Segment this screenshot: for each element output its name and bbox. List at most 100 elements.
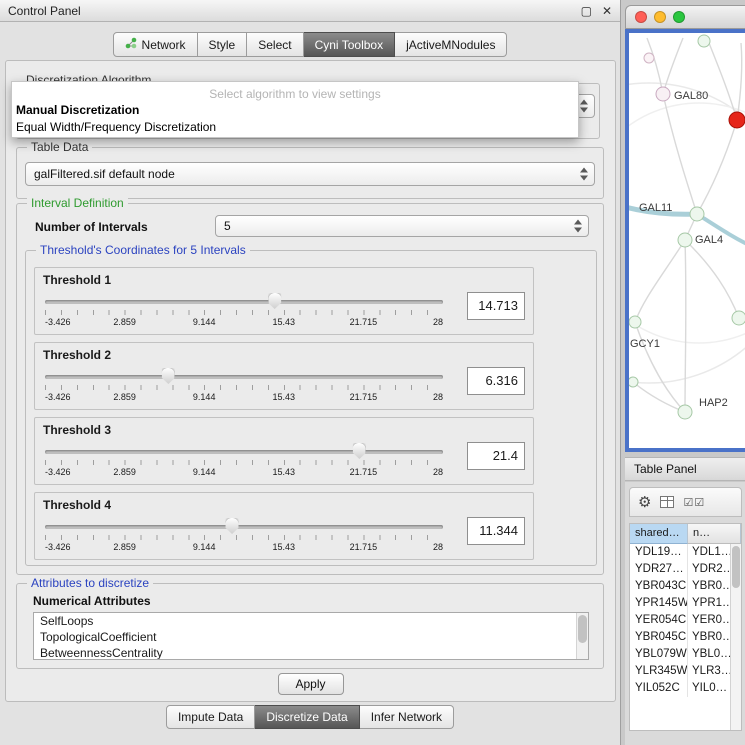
table-data-combobox[interactable]: galFiltered.sif default node	[25, 162, 595, 186]
popup-option-manual-discretization[interactable]: Manual Discretization	[12, 102, 578, 119]
table-row[interactable]: YPR145WYPR1…	[630, 595, 730, 612]
tab-discretize-data[interactable]: Discretize Data	[255, 705, 359, 729]
list-item[interactable]: SelfLoops	[34, 613, 588, 629]
cell[interactable]: YBR043C	[630, 578, 688, 595]
network-node-selected-red[interactable]	[729, 112, 745, 128]
slider-thumb[interactable]	[226, 518, 239, 534]
cell[interactable]: YBR0…	[688, 578, 730, 595]
network-node-gal4[interactable]	[678, 233, 692, 247]
popup-option-equal-width-frequency[interactable]: Equal Width/Frequency Discretization	[12, 119, 578, 136]
tick-label: 9.144	[193, 392, 216, 402]
network-node[interactable]	[644, 53, 654, 63]
table-row[interactable]: YBL079WYBL0…	[630, 646, 730, 663]
table-row[interactable]: YIL052CYIL0…	[630, 680, 730, 697]
threshold-2-value-field[interactable]: 6.316	[467, 367, 525, 395]
tab-jactivemnodules[interactable]: jActiveMNodules	[395, 32, 507, 57]
slider-thumb[interactable]	[353, 443, 366, 459]
cell[interactable]: YDL19…	[630, 544, 688, 561]
network-view-window: GAL80 GAL11 GAL4 GCY1 HAP2	[625, 5, 745, 452]
cell[interactable]: YDR27…	[630, 561, 688, 578]
column-header-shared-name[interactable]: shared…	[630, 524, 688, 544]
table-row[interactable]: YER054CYER0…	[630, 612, 730, 629]
gear-icon[interactable]: ⚙	[638, 495, 651, 510]
table-header-row: shared… n…	[630, 524, 741, 544]
cell[interactable]: YLR345W	[630, 663, 688, 680]
network-node[interactable]	[629, 377, 638, 387]
threshold-4-panel: Threshold 4 -3.426 2.859 9.144 15.43 21.…	[34, 492, 534, 560]
cell[interactable]: YDR2…	[688, 561, 730, 578]
tab-style[interactable]: Style	[198, 32, 248, 57]
tab-impute-data[interactable]: Impute Data	[166, 705, 255, 729]
table-row[interactable]: YBR045CYBR0…	[630, 629, 730, 646]
threshold-4-value-field[interactable]: 11.344	[467, 517, 525, 545]
threshold-4-slider[interactable]: -3.426 2.859 9.144 15.43 21.715 28	[45, 517, 443, 559]
table-row[interactable]: YLR345WYLR3…	[630, 663, 730, 680]
slider-track[interactable]	[45, 375, 443, 379]
list-item[interactable]: TopologicalCoefficient	[34, 629, 588, 645]
close-traffic-light-icon[interactable]	[635, 11, 647, 23]
threshold-3-value-field[interactable]: 21.4	[467, 442, 525, 470]
slider-thumb[interactable]	[162, 368, 175, 384]
cell[interactable]: YIL052C	[630, 680, 688, 697]
network-node-hap2[interactable]	[678, 405, 692, 419]
threshold-1-value-field[interactable]: 14.713	[467, 292, 525, 320]
tick-label: 21.715	[350, 542, 378, 552]
network-node[interactable]	[698, 35, 710, 47]
tick-label: 21.715	[350, 467, 378, 477]
table-panel: ⚙ ☑☑ shared… n… YDL19…YDL1… YDR27…YDR2… …	[625, 482, 745, 745]
tab-network[interactable]: Network	[113, 32, 198, 57]
list-scrollbar[interactable]	[576, 613, 588, 659]
scrollbar-thumb[interactable]	[578, 615, 587, 643]
tick-label: 15.43	[273, 542, 296, 552]
tick-label: 28	[433, 542, 443, 552]
tab-cyni-toolbox[interactable]: Cyni Toolbox	[304, 32, 395, 57]
cell[interactable]: YBR045C	[630, 629, 688, 646]
number-of-intervals-combobox[interactable]: 5	[215, 215, 589, 237]
table-row[interactable]: YDR27…YDR2…	[630, 561, 730, 578]
network-node-gal80[interactable]	[656, 87, 670, 101]
threshold-2-slider[interactable]: -3.426 2.859 9.144 15.43 21.715 28	[45, 367, 443, 409]
cell[interactable]: YER0…	[688, 612, 730, 629]
select-columns-icon[interactable]: ☑☑	[683, 496, 705, 509]
cell[interactable]: YIL0…	[688, 680, 730, 697]
cell[interactable]: YLR3…	[688, 663, 730, 680]
table-panel-bar[interactable]: Table Panel	[625, 457, 745, 481]
apply-button[interactable]: Apply	[278, 673, 344, 695]
close-icon[interactable]: ✕	[602, 4, 612, 18]
scrollbar-thumb[interactable]	[732, 546, 740, 588]
control-panel: Control Panel ▢ ✕ Network Style Select C…	[0, 0, 621, 745]
slider-track[interactable]	[45, 450, 443, 454]
threshold-1-slider[interactable]: -3.426 2.859 9.144 15.43 21.715 28	[45, 292, 443, 334]
tab-infer-network[interactable]: Infer Network	[360, 705, 454, 729]
slider-thumb[interactable]	[268, 293, 281, 309]
column-header-name[interactable]: n…	[688, 524, 741, 544]
table-scrollbar[interactable]	[730, 544, 741, 730]
cell[interactable]: YER054C	[630, 612, 688, 629]
network-node-gal11[interactable]	[690, 207, 704, 221]
table-row[interactable]: YBR043CYBR0…	[630, 578, 730, 595]
network-node[interactable]	[732, 311, 745, 325]
cell[interactable]: YBR0…	[688, 629, 730, 646]
cell[interactable]: YDL1…	[688, 544, 730, 561]
columns-icon[interactable]	[660, 496, 674, 508]
numerical-attributes-list[interactable]: SelfLoops TopologicalCoefficient Between…	[33, 612, 589, 660]
table-row[interactable]: YDL19…YDL1…	[630, 544, 730, 561]
tick-label: 21.715	[350, 392, 378, 402]
combo-stepper-icon	[579, 168, 589, 181]
threshold-3-slider[interactable]: -3.426 2.859 9.144 15.43 21.715 28	[45, 442, 443, 484]
slider-track[interactable]	[45, 525, 443, 529]
network-node-gcy1[interactable]	[629, 316, 641, 328]
network-canvas[interactable]: GAL80 GAL11 GAL4 GCY1 HAP2	[625, 29, 745, 452]
tab-select[interactable]: Select	[247, 32, 303, 57]
cell[interactable]: YPR1…	[688, 595, 730, 612]
threshold-3-panel: Threshold 3 -3.426 2.859 9.144 15.43 21.…	[34, 417, 534, 485]
slider-track[interactable]	[45, 300, 443, 304]
float-window-icon[interactable]: ▢	[581, 4, 592, 18]
list-item[interactable]: BetweennessCentrality	[34, 645, 588, 660]
cell[interactable]: YBL0…	[688, 646, 730, 663]
cell[interactable]: YBL079W	[630, 646, 688, 663]
cell[interactable]: YPR145W	[630, 595, 688, 612]
combo-stepper-icon	[579, 100, 589, 113]
zoom-traffic-light-icon[interactable]	[673, 11, 685, 23]
minimize-traffic-light-icon[interactable]	[654, 11, 666, 23]
